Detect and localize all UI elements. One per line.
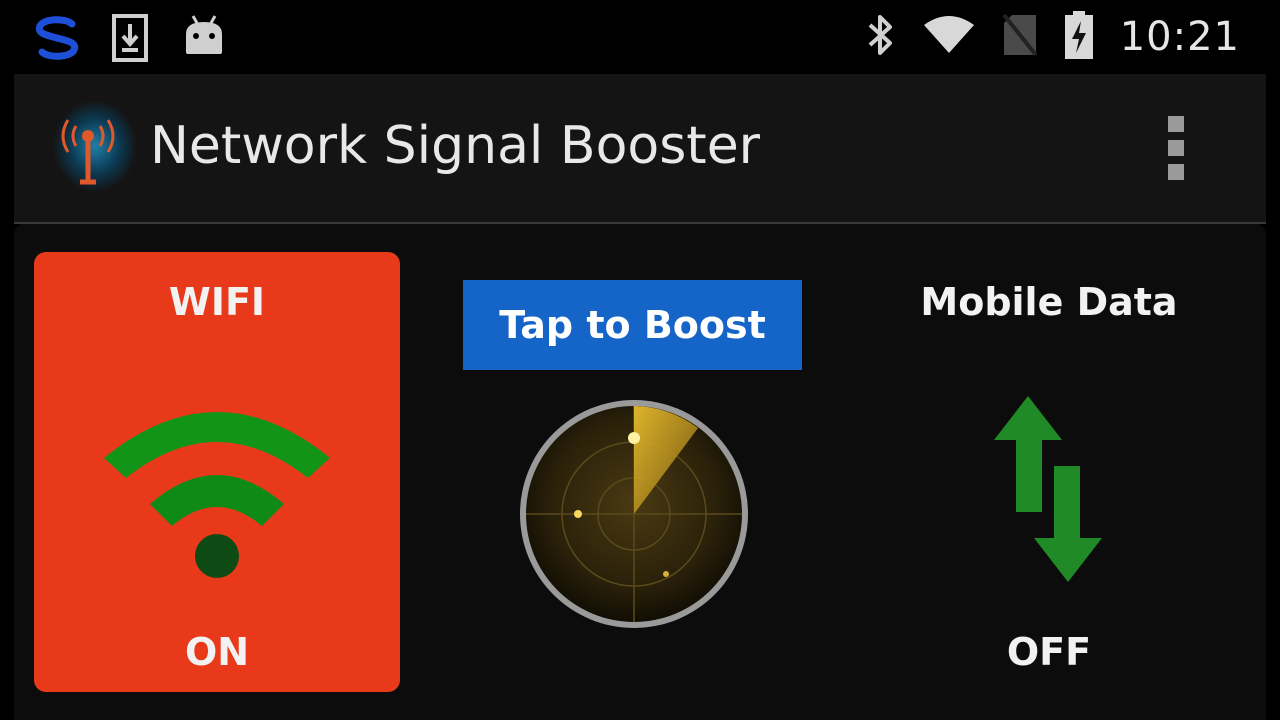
status-bar: 10:21 bbox=[0, 0, 1280, 74]
download-icon bbox=[112, 14, 148, 67]
action-bar: Network Signal Booster bbox=[14, 74, 1266, 224]
app-s-icon bbox=[30, 12, 84, 69]
menu-dot bbox=[1168, 164, 1184, 180]
menu-dot bbox=[1168, 116, 1184, 132]
wifi-state: ON bbox=[184, 630, 250, 674]
wifi-signal-icon bbox=[922, 15, 976, 60]
battery-charging-icon bbox=[1064, 10, 1094, 64]
menu-dot bbox=[1168, 140, 1184, 156]
no-sim-icon bbox=[1002, 13, 1038, 62]
bluetooth-icon bbox=[866, 13, 896, 62]
mobile-data-toggle[interactable]: Mobile Data OFF bbox=[894, 252, 1204, 692]
screen: 10:21 Network Signal Booster WIFI ON Tap… bbox=[0, 0, 1280, 720]
main-content: WIFI ON Tap to Boost Mobile Data OFF bbox=[14, 224, 1266, 720]
mobile-data-label: Mobile Data bbox=[920, 280, 1178, 324]
overflow-menu-icon[interactable] bbox=[1168, 116, 1188, 180]
mobile-data-state: OFF bbox=[1006, 630, 1092, 674]
signal-tower-icon bbox=[50, 98, 140, 198]
status-time: 10:21 bbox=[1119, 14, 1240, 60]
wifi-icon bbox=[94, 396, 340, 586]
wifi-toggle-card[interactable]: WIFI ON bbox=[34, 252, 400, 692]
data-transfer-arrows-icon bbox=[994, 396, 1110, 582]
android-icon bbox=[184, 14, 224, 61]
app-title: Network Signal Booster bbox=[150, 116, 761, 176]
tap-to-boost-button[interactable]: Tap to Boost bbox=[463, 280, 802, 370]
status-icons: 10:21 bbox=[866, 0, 1240, 74]
wifi-label: WIFI bbox=[168, 280, 266, 324]
radar-icon[interactable] bbox=[516, 396, 752, 632]
